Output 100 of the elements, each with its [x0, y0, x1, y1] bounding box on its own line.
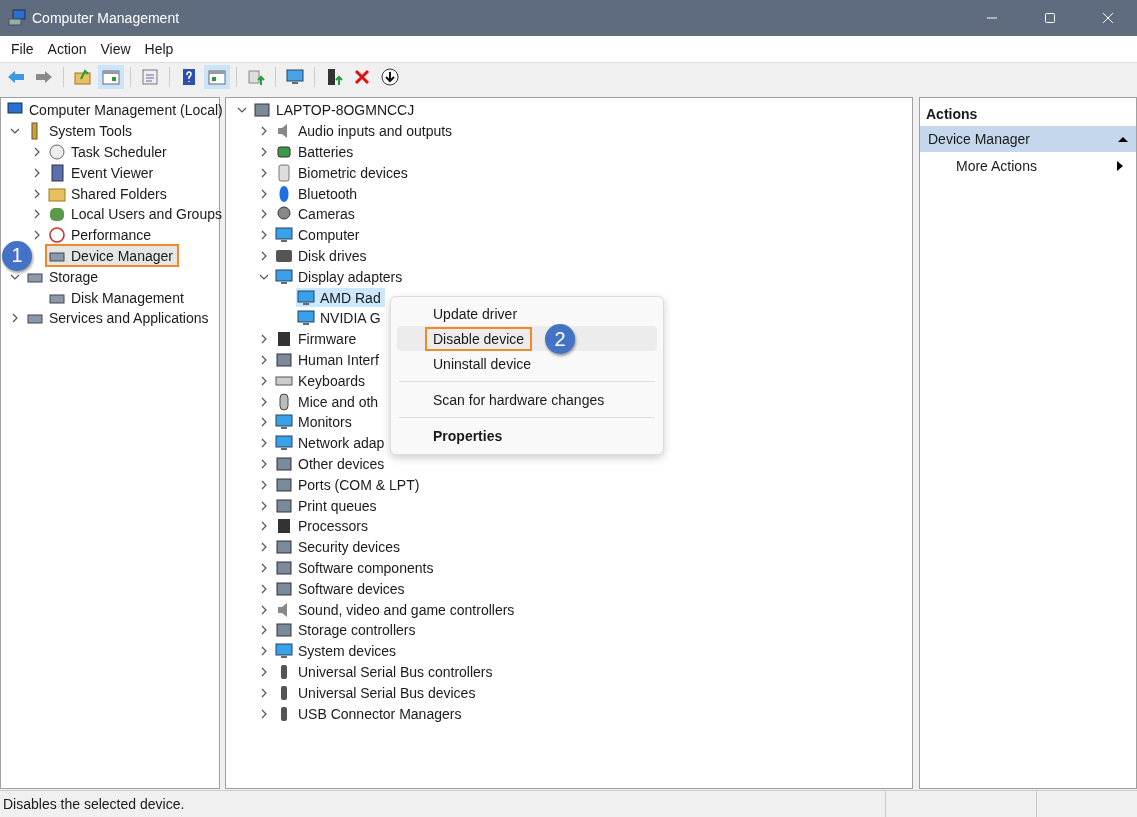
tree-item[interactable]: Firmware — [274, 329, 361, 349]
chevron-icon[interactable] — [259, 479, 269, 490]
chevron-icon[interactable] — [259, 334, 269, 345]
chevron-icon[interactable] — [10, 313, 20, 324]
device-icon — [275, 350, 293, 369]
tree-item[interactable]: Local Users and Groups — [47, 204, 226, 224]
tree-item[interactable]: Universal Serial Bus devices — [274, 683, 480, 703]
chevron-icon[interactable] — [259, 209, 269, 220]
tree-item[interactable]: Shared Folders — [47, 184, 171, 204]
device-icon — [275, 558, 293, 577]
action-pane-icon — [207, 67, 227, 87]
tree-item[interactable]: Display adapters — [274, 267, 407, 287]
pane-title: Actions — [925, 105, 979, 124]
tree-item[interactable]: Biometric devices — [274, 163, 412, 183]
window-title: Computer Management — [32, 10, 180, 26]
tree-item[interactable]: Services and Applications — [25, 308, 213, 328]
tree-item[interactable]: Network adap — [274, 433, 389, 453]
chevron-icon[interactable] — [259, 562, 269, 573]
menu-item[interactable]: Help — [137, 38, 181, 60]
menu-item[interactable]: Disable device 2 — [397, 326, 657, 351]
tree-item[interactable]: System devices — [274, 641, 401, 661]
chevron-icon[interactable] — [259, 604, 269, 615]
device-icon — [275, 538, 293, 557]
tree-item[interactable]: Sound, video and game controllers — [274, 600, 519, 619]
chevron-icon[interactable] — [259, 708, 269, 719]
tree-item[interactable]: Monitors — [274, 412, 356, 432]
chevron-icon[interactable] — [259, 230, 269, 241]
tree-item[interactable]: Device Manager — [47, 246, 177, 266]
maximize-icon[interactable] — [1044, 12, 1056, 24]
tree-item[interactable]: Computer — [274, 225, 364, 245]
chevron-icon[interactable] — [259, 666, 269, 677]
tree-item[interactable]: Audio inputs and outputs — [274, 121, 457, 141]
chevron-icon[interactable] — [32, 188, 42, 199]
chevron-icon[interactable] — [259, 625, 269, 636]
tree-item[interactable]: Task Scheduler — [47, 142, 171, 162]
tree-item[interactable]: Print queues — [274, 496, 381, 516]
tree-item[interactable]: Human Interf — [274, 350, 383, 370]
tree-item[interactable]: Cameras — [274, 204, 359, 224]
tree-item[interactable]: Performance — [47, 225, 156, 245]
tree-item[interactable]: Disk Management — [47, 288, 188, 308]
export-icon — [246, 67, 266, 87]
tree-item[interactable]: Ports (COM & LPT) — [274, 475, 424, 495]
chevron-icon[interactable] — [259, 458, 269, 469]
chevron-icon[interactable] — [259, 687, 269, 698]
menu-item[interactable]: Action — [40, 38, 94, 60]
tree-item[interactable]: Security devices — [274, 537, 404, 557]
callout-badge: 1 — [2, 240, 32, 271]
monitor-icon — [275, 642, 293, 661]
chevron-icon[interactable] — [259, 500, 269, 511]
chevron-icon[interactable] — [259, 354, 269, 365]
chevron-icon[interactable] — [32, 209, 42, 220]
section-header[interactable]: Device Manager — [920, 126, 1136, 152]
chevron-icon[interactable] — [259, 126, 269, 137]
chevron-icon[interactable] — [32, 230, 42, 241]
chevron-icon[interactable] — [32, 147, 42, 157]
chevron-icon[interactable] — [259, 250, 269, 261]
monitor-icon — [275, 434, 293, 453]
action-item[interactable]: More Actions — [920, 152, 1136, 180]
tree-item[interactable]: Software components — [274, 558, 438, 578]
tree-item[interactable]: Disk drives — [274, 246, 371, 266]
tree-item[interactable]: Other devices — [274, 454, 389, 474]
tree-item[interactable]: Universal Serial Bus controllers — [274, 662, 497, 682]
tree-item[interactable]: Software devices — [274, 579, 409, 599]
chevron-icon[interactable] — [259, 583, 269, 594]
chevron-icon[interactable] — [259, 646, 269, 657]
tree-item[interactable]: Bluetooth — [274, 184, 362, 204]
chevron-icon[interactable] — [259, 438, 269, 449]
chevron-icon[interactable] — [32, 167, 42, 178]
close-icon[interactable] — [1102, 12, 1114, 24]
tree-item[interactable]: Keyboards — [274, 371, 369, 391]
chevron-icon[interactable] — [259, 417, 269, 428]
menu-item[interactable]: File — [4, 38, 41, 60]
tree-item[interactable]: Batteries — [274, 142, 358, 162]
device-icon — [275, 475, 293, 494]
tree-item[interactable]: Event Viewer — [47, 163, 158, 183]
tree-item[interactable]: System Tools — [25, 121, 136, 141]
console-tree-button[interactable] — [98, 65, 124, 89]
tree-item[interactable]: USB Connector Managers — [274, 704, 466, 723]
menu-item[interactable]: Scan for hardware changes — [397, 387, 657, 412]
menu-item[interactable]: Update driver — [397, 301, 657, 326]
device-icon — [275, 621, 293, 640]
action-pane-button[interactable] — [204, 65, 230, 89]
chevron-icon[interactable] — [259, 147, 269, 157]
tree-item[interactable]: AMD Rad — [296, 288, 385, 308]
chevron-icon[interactable] — [259, 542, 269, 553]
computer-icon — [8, 9, 26, 27]
menu-item[interactable]: View — [93, 38, 138, 60]
chevron-icon[interactable] — [259, 396, 269, 407]
menu-item[interactable]: Uninstall device — [397, 351, 657, 376]
tree-item[interactable]: Processors — [274, 516, 373, 536]
tree-item[interactable]: Computer Management (Local) — [5, 100, 227, 120]
chevron-icon[interactable] — [259, 375, 269, 386]
chevron-icon[interactable] — [259, 521, 269, 532]
tree-item[interactable]: Storage controllers — [274, 620, 420, 640]
tree-item[interactable]: Mice and oth — [274, 392, 383, 412]
tree-item[interactable]: LAPTOP-8OGMNCCJ — [252, 100, 419, 120]
tree-item[interactable]: NVIDIA G — [296, 308, 385, 328]
menu-item[interactable]: Properties — [397, 423, 657, 448]
chevron-icon[interactable] — [259, 167, 269, 178]
chevron-icon[interactable] — [259, 188, 269, 199]
